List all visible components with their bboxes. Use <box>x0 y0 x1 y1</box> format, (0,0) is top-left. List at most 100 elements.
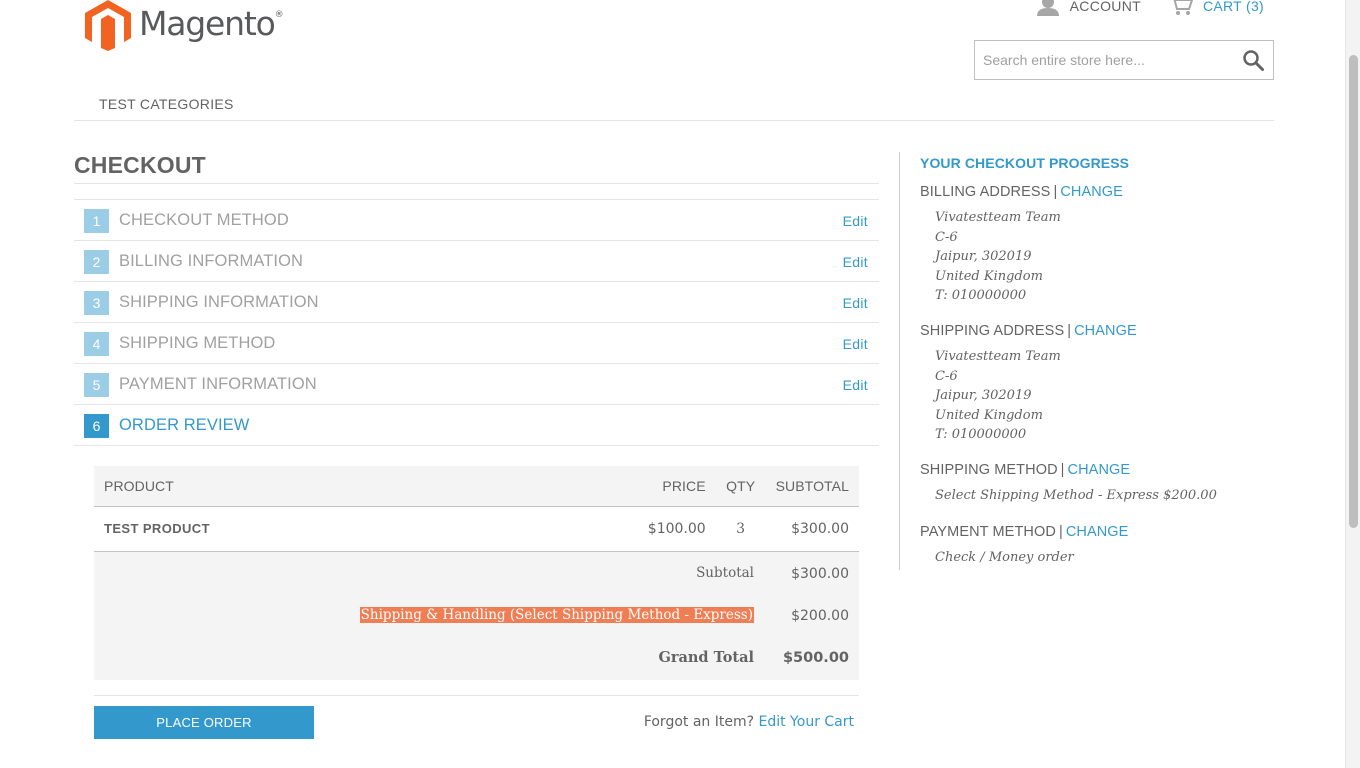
shipping-address: Vivatestteam Team C-6 Jaipur, 302019 Uni… <box>920 347 1137 445</box>
review-actions: PLACE ORDER Forgot an Item? Edit Your Ca… <box>94 695 859 745</box>
grand-total-row: Grand Total $500.00 <box>94 649 859 669</box>
search-icon <box>1242 49 1264 71</box>
scrollbar-thumb[interactable] <box>1349 55 1358 528</box>
table-header-row: PRODUCT PRICE QTY SUBTOTAL <box>94 466 859 507</box>
step-checkout-method[interactable]: 1 CHECKOUT METHOD Edit <box>74 200 879 241</box>
order-review: PRODUCT PRICE QTY SUBTOTAL TEST PRODUCT … <box>94 466 859 680</box>
address-line: Vivatestteam Team <box>935 210 1061 225</box>
product-subtotal: $300.00 <box>765 506 859 552</box>
logo-text: Magento® <box>139 4 284 43</box>
edit-link[interactable]: Edit <box>843 213 868 229</box>
search-input[interactable] <box>975 41 1233 79</box>
col-subtotal: SUBTOTAL <box>765 466 859 507</box>
edit-link[interactable]: Edit <box>843 336 868 352</box>
separator: | <box>1060 462 1065 478</box>
shipping-method-label: SHIPPING METHOD <box>920 462 1058 478</box>
separator: | <box>1058 524 1063 540</box>
account-link[interactable]: ACCOUNT <box>1036 0 1141 16</box>
billing-address: Vivatestteam Team C-6 Jaipur, 302019 Uni… <box>920 208 1123 306</box>
user-icon <box>1036 0 1060 16</box>
address-line: T: 010000000 <box>935 288 1027 304</box>
checkout-progress: YOUR CHECKOUT PROGRESS BILLING ADDRESS | C… <box>899 152 1279 570</box>
product-price: $100.00 <box>610 506 716 552</box>
payment-method-label: PAYMENT METHOD <box>920 524 1056 540</box>
address-line: Jaipur, 302019 <box>935 249 1032 265</box>
step-order-review: 6 ORDER REVIEW <box>74 405 879 446</box>
product-qty: 3 <box>715 506 766 552</box>
magento-logo[interactable]: Magento® <box>83 0 284 51</box>
step-shipping-method[interactable]: 4 SHIPPING METHOD Edit <box>74 323 879 364</box>
address-line: Vivatestteam Team <box>935 349 1061 364</box>
step-title: ORDER REVIEW <box>119 416 250 434</box>
shipping-address-label: SHIPPING ADDRESS <box>920 323 1065 339</box>
address-line: Jaipur, 302019 <box>935 388 1032 404</box>
edit-cart-link[interactable]: Edit Your Cart <box>759 714 855 730</box>
step-title: SHIPPING METHOD <box>119 334 276 352</box>
order-review-table: PRODUCT PRICE QTY SUBTOTAL TEST PRODUCT … <box>94 466 859 552</box>
subtotal-label: Subtotal <box>696 564 754 581</box>
address-line: C-6 <box>935 368 958 384</box>
address-line: C-6 <box>935 229 958 245</box>
step-title: PAYMENT INFORMATION <box>119 375 317 393</box>
change-shipping-method-link[interactable]: CHANGE <box>1068 462 1131 478</box>
step-number: 3 <box>84 291 109 315</box>
progress-shipping: SHIPPING ADDRESS | CHANGE Vivatestteam Tea… <box>920 323 1137 445</box>
step-billing-information[interactable]: 2 BILLING INFORMATION Edit <box>74 241 879 282</box>
main-nav: TEST CATEGORIES <box>74 95 1274 121</box>
col-qty: QTY <box>715 466 766 507</box>
address-line: United Kingdom <box>935 268 1043 284</box>
cart-count: (3) <box>1245 0 1264 14</box>
shipping-row: Shipping & Handling (Select Shipping Met… <box>94 606 859 627</box>
subtotal-value: $300.00 <box>791 565 849 582</box>
magento-logo-icon <box>85 0 131 51</box>
change-billing-link[interactable]: CHANGE <box>1060 184 1123 200</box>
search-button[interactable] <box>1233 41 1273 79</box>
billing-address-label: BILLING ADDRESS <box>920 184 1051 200</box>
edit-link[interactable]: Edit <box>843 254 868 270</box>
step-title: SHIPPING INFORMATION <box>119 293 319 311</box>
step-number: 1 <box>84 209 109 233</box>
change-payment-method-link[interactable]: CHANGE <box>1066 524 1129 540</box>
registered-mark: ® <box>274 10 284 20</box>
address-line: T: 010000000 <box>935 427 1027 443</box>
product-name: TEST PRODUCT <box>94 506 611 552</box>
subtotal-row: Subtotal $300.00 <box>94 565 859 585</box>
separator: | <box>1067 323 1072 339</box>
header-links: ACCOUNT CART (3) <box>1008 0 1264 16</box>
page-title: CHECKOUT <box>74 152 879 184</box>
shipping-label: Shipping & Handling (Select Shipping Met… <box>359 606 754 623</box>
col-price: PRICE <box>610 466 716 507</box>
shipping-value: $200.00 <box>791 607 849 624</box>
edit-link[interactable]: Edit <box>843 295 868 311</box>
place-order-button[interactable]: PLACE ORDER <box>94 706 314 739</box>
progress-shipping-method: SHIPPING METHOD | CHANGE Select Shipping M… <box>920 462 1217 506</box>
forgot-text: Forgot an Item? <box>643 714 755 730</box>
checkout-steps: 1 CHECKOUT METHOD Edit 2 BILLING INFORMA… <box>74 199 879 446</box>
search-box <box>974 40 1274 80</box>
grand-total-value: $500.00 <box>782 649 849 666</box>
step-number: 5 <box>84 373 109 397</box>
step-number: 6 <box>84 414 109 438</box>
step-number: 2 <box>84 250 109 274</box>
step-title: BILLING INFORMATION <box>119 252 304 270</box>
col-product: PRODUCT <box>94 466 611 507</box>
grand-total-label: Grand Total <box>658 648 754 666</box>
cart-label: CART (3) <box>1202 0 1264 14</box>
step-payment-information[interactable]: 5 PAYMENT INFORMATION Edit <box>74 364 879 405</box>
payment-method-value: Check / Money order <box>935 550 1074 565</box>
progress-billing: BILLING ADDRESS | CHANGE Vivatestteam Team… <box>920 184 1123 306</box>
nav-item-test-categories[interactable]: TEST CATEGORIES <box>99 96 234 112</box>
step-title: CHECKOUT METHOD <box>119 211 289 229</box>
shipping-method-value: Select Shipping Method - Express $200.00 <box>935 488 1217 503</box>
step-shipping-information[interactable]: 3 SHIPPING INFORMATION Edit <box>74 282 879 323</box>
separator: | <box>1053 184 1058 200</box>
cart-link[interactable]: CART (3) <box>1169 0 1264 16</box>
page-scrollbar[interactable] <box>1345 0 1360 768</box>
edit-link[interactable]: Edit <box>843 377 868 393</box>
address-line: United Kingdom <box>935 407 1043 423</box>
cart-icon <box>1169 0 1193 16</box>
change-shipping-link[interactable]: CHANGE <box>1074 323 1137 339</box>
progress-title: YOUR CHECKOUT PROGRESS <box>920 155 1130 171</box>
account-label: ACCOUNT <box>1069 0 1141 14</box>
step-number: 4 <box>84 332 109 356</box>
